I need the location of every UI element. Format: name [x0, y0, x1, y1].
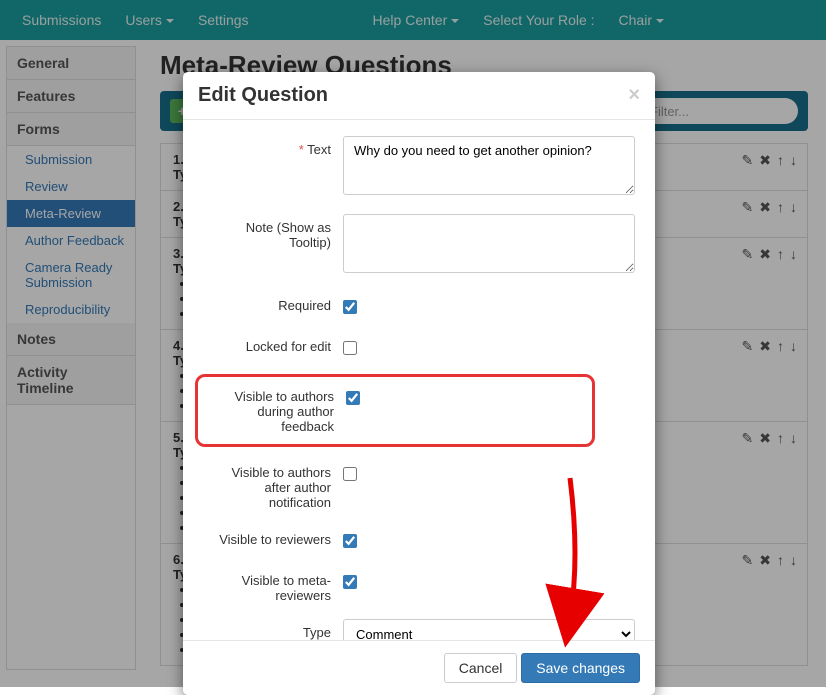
label-locked: Locked for edit [203, 333, 343, 354]
edit-question-modal: Edit Question × * Text Why do you need t… [183, 72, 655, 695]
label-visible-authors-notif: Visible to authors after author notifica… [203, 459, 343, 510]
label-type: Type [203, 619, 343, 640]
close-icon[interactable]: × [628, 84, 640, 107]
highlight-box: Visible to authors during author feedbac… [195, 374, 595, 447]
type-select[interactable]: Comment [343, 619, 635, 640]
note-input[interactable] [343, 214, 635, 273]
visible-reviewers-checkbox[interactable] [343, 534, 357, 548]
text-input[interactable]: Why do you need to get another opinion? [343, 136, 635, 195]
label-text: * Text [203, 136, 343, 157]
label-visible-authors-feedback: Visible to authors during author feedbac… [206, 383, 346, 434]
locked-checkbox[interactable] [343, 341, 357, 355]
label-required: Required [203, 292, 343, 313]
modal-title: Edit Question [198, 84, 328, 107]
label-visible-reviewers: Visible to reviewers [203, 526, 343, 547]
required-checkbox[interactable] [343, 300, 357, 314]
visible-authors-notif-checkbox[interactable] [343, 467, 357, 481]
visible-meta-checkbox[interactable] [343, 575, 357, 589]
save-button[interactable]: Save changes [521, 653, 640, 683]
label-visible-meta: Visible to meta-reviewers [203, 567, 343, 603]
label-note: Note (Show as Tooltip) [203, 214, 343, 250]
cancel-button[interactable]: Cancel [444, 653, 518, 683]
visible-authors-feedback-checkbox[interactable] [346, 391, 360, 405]
